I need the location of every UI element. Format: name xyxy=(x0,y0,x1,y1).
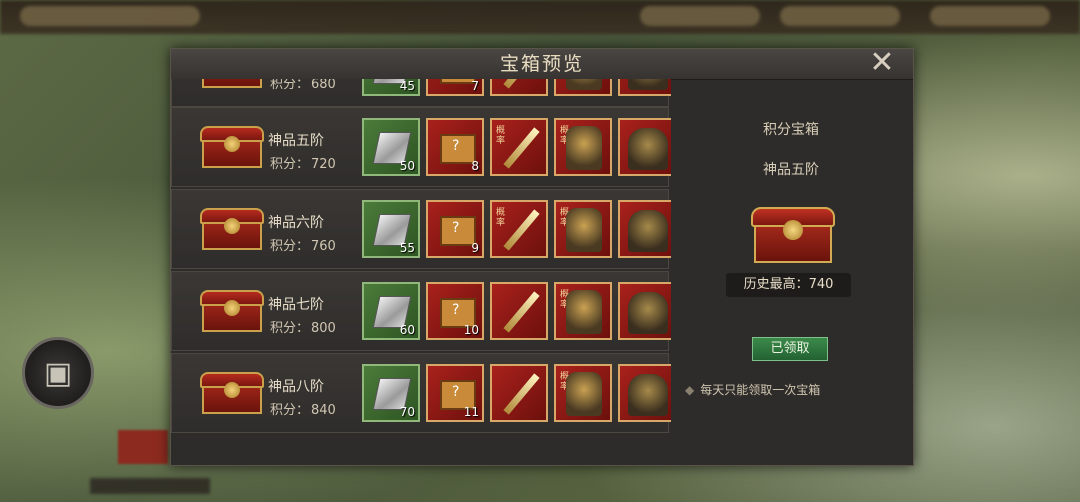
chest-icon xyxy=(200,126,264,170)
tier-label: 神品八阶 xyxy=(268,379,324,395)
chest-tier-list[interactable]: 积分：680 45 7 神品五阶 积分：720 50 8 概率 概率 神品六阶 … xyxy=(171,79,671,465)
score-text: 积分： 760 xyxy=(270,239,336,254)
bottom-left-thumbnail xyxy=(118,430,168,464)
armor-icon xyxy=(566,208,602,252)
history-high-record: 历史最高：740 xyxy=(726,273,851,297)
score-text: 积分： 840 xyxy=(270,403,336,418)
silver-ingot-slot[interactable]: 70 xyxy=(362,364,420,422)
tier-label: 神品七阶 xyxy=(268,297,324,313)
top-hud-blurred xyxy=(0,0,1080,34)
silver-ingot-slot[interactable]: 50 xyxy=(362,118,420,176)
chest-icon xyxy=(200,372,264,416)
armor-icon xyxy=(566,290,602,334)
map-menu-button[interactable]: ▣ xyxy=(22,337,94,409)
tier-label: 神品五阶 xyxy=(268,133,324,149)
list-item[interactable]: 神品八阶 积分：840 70 11 概率 xyxy=(171,353,671,433)
armor-icon xyxy=(566,79,602,90)
chest-preview-dialog: 宝箱预览 ✕ 积分：680 45 7 神品五阶 积分：720 50 8 概率 概… xyxy=(170,47,914,466)
list-item[interactable]: 积分：680 45 7 xyxy=(171,79,671,107)
detail-title: 积分宝箱 xyxy=(763,122,819,138)
sword-icon xyxy=(503,127,540,169)
sword-icon xyxy=(503,373,540,415)
list-item[interactable]: 神品五阶 积分：720 50 8 概率 概率 xyxy=(171,107,671,187)
helmet-slot[interactable] xyxy=(618,79,671,96)
score-text: 积分： 720 xyxy=(270,157,336,172)
helmet-icon xyxy=(628,128,668,170)
mystery-box-slot[interactable]: 11 xyxy=(426,364,484,422)
armor-slot[interactable]: 概率 xyxy=(554,282,612,340)
tier-label: 神品六阶 xyxy=(268,215,324,231)
helmet-icon xyxy=(628,292,668,334)
mystery-box-slot[interactable]: 10 xyxy=(426,282,484,340)
chest-icon xyxy=(200,290,264,334)
helmet-slot[interactable] xyxy=(618,200,671,258)
diamond-bullet-icon: ◆ xyxy=(685,383,695,397)
helmet-slot[interactable] xyxy=(618,364,671,422)
list-item[interactable]: 神品七阶 积分：800 60 10 概率 xyxy=(171,271,671,351)
mystery-box-slot[interactable]: 9 xyxy=(426,200,484,258)
sword-slot[interactable] xyxy=(490,364,548,422)
chest-icon xyxy=(200,208,264,252)
helmet-slot[interactable] xyxy=(618,282,671,340)
mystery-box-slot[interactable]: 8 xyxy=(426,118,484,176)
sword-slot[interactable] xyxy=(490,79,548,96)
detail-tier: 神品五阶 xyxy=(763,162,819,178)
helmet-slot[interactable] xyxy=(618,118,671,176)
sword-icon xyxy=(503,291,540,333)
armor-slot[interactable]: 概率 xyxy=(554,200,612,258)
sword-slot[interactable]: 概率 xyxy=(490,118,548,176)
sword-slot[interactable]: 概率 xyxy=(490,200,548,258)
dialog-title: 宝箱预览 xyxy=(171,49,913,80)
list-item[interactable]: 神品六阶 积分：760 55 9 概率 概率 xyxy=(171,189,671,269)
close-icon[interactable]: ✕ xyxy=(859,47,905,79)
silver-ingot-slot[interactable]: 45 xyxy=(362,79,420,96)
helmet-icon xyxy=(628,79,668,90)
helmet-icon xyxy=(628,374,668,416)
daily-limit-note: ◆ 每天只能领取一次宝箱 xyxy=(685,383,821,397)
claimed-button[interactable]: 已领取 xyxy=(752,337,828,361)
score-text: 积分： 800 xyxy=(270,321,336,336)
armor-slot[interactable]: 概率 xyxy=(554,364,612,422)
armor-icon xyxy=(566,126,602,170)
silver-ingot-slot[interactable]: 55 xyxy=(362,200,420,258)
bottom-left-status-blurred xyxy=(90,478,210,494)
sword-slot[interactable] xyxy=(490,282,548,340)
armor-icon xyxy=(566,372,602,416)
silver-ingot-slot[interactable]: 60 xyxy=(362,282,420,340)
score-text: 积分： 680 xyxy=(270,79,336,92)
mystery-box-slot[interactable]: 7 xyxy=(426,79,484,96)
sword-icon xyxy=(503,209,540,251)
armor-slot[interactable]: 概率 xyxy=(554,118,612,176)
chest-icon xyxy=(200,79,264,90)
sword-icon xyxy=(503,79,540,89)
detail-chest-icon xyxy=(751,207,835,267)
armor-slot[interactable] xyxy=(554,79,612,96)
helmet-icon xyxy=(628,210,668,252)
